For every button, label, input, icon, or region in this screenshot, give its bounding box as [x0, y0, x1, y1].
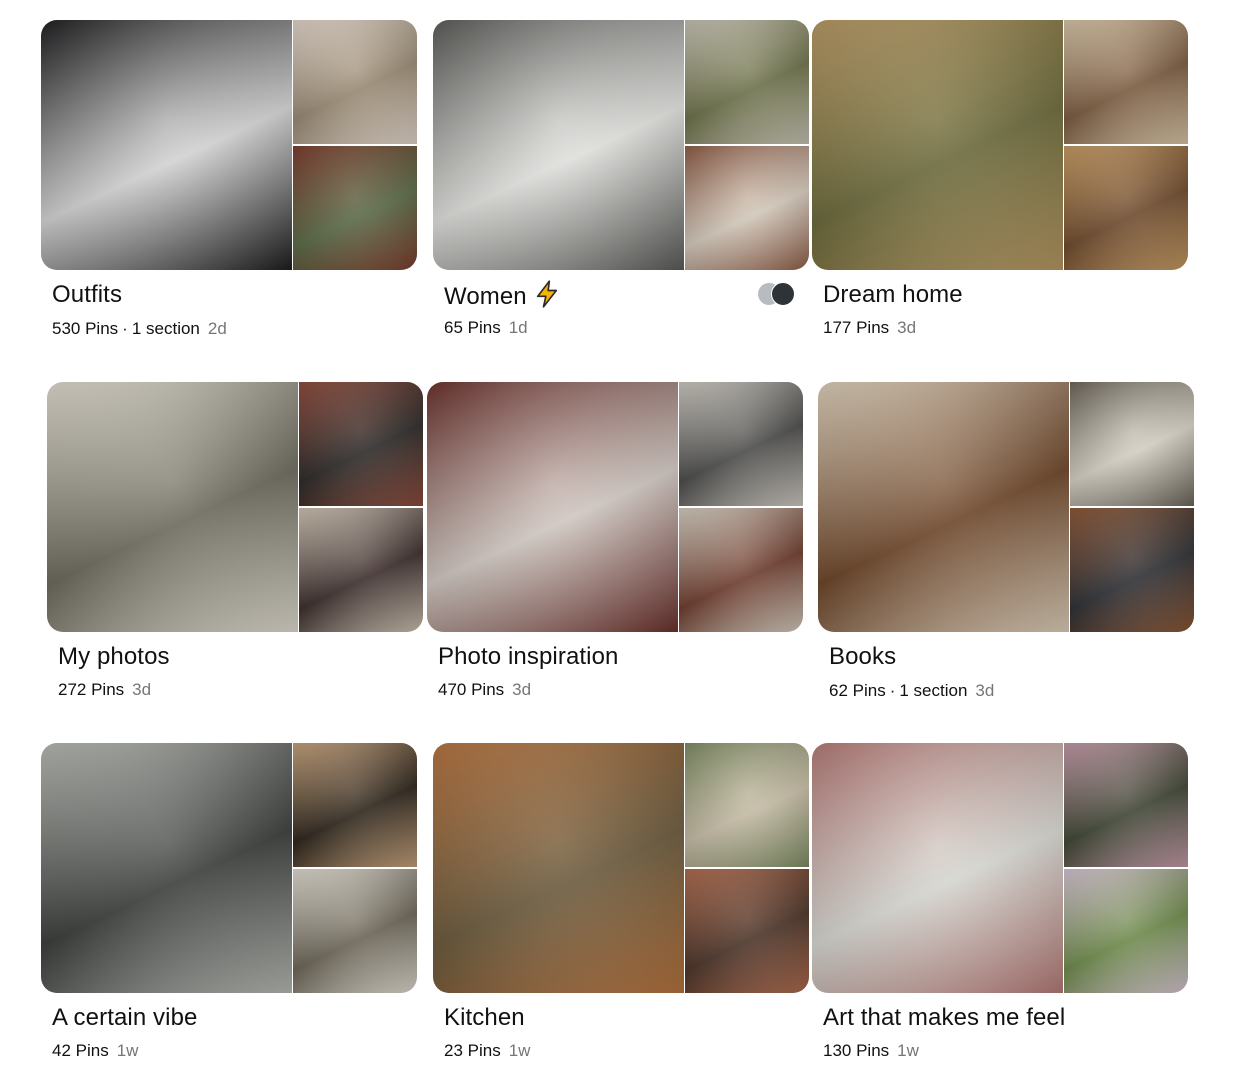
cover-image-bottom-right: [299, 508, 423, 632]
board-title: Women: [444, 280, 561, 316]
board-meta: 470 Pins 3d: [438, 679, 531, 701]
updated-ago: 3d: [897, 318, 917, 337]
pin-count: 62 Pins: [829, 681, 886, 700]
section-count: 1 section: [899, 681, 968, 700]
board-meta: 23 Pins 1w: [444, 1040, 530, 1062]
cover-image-bottom-right: [293, 146, 417, 270]
board-meta: 272 Pins 3d: [58, 679, 151, 701]
board-cover: [47, 382, 423, 632]
cover-image-top-right: [1070, 382, 1194, 506]
cover-image-main: [818, 382, 1069, 632]
board-card-kitchen[interactable]: Kitchen 23 Pins 1w: [433, 743, 809, 1060]
pin-count: 272 Pins: [58, 680, 125, 699]
board-cover: [812, 20, 1188, 270]
cover-image-top-right: [685, 743, 809, 867]
updated-ago: 1w: [116, 1041, 139, 1060]
board-title: Outfits: [52, 281, 123, 308]
pin-count: 177 Pins: [823, 318, 890, 337]
board-cover: [427, 382, 803, 632]
cover-image-main: [433, 743, 684, 993]
pin-count: 470 Pins: [438, 680, 505, 699]
board-card-books[interactable]: Books 62 Pins · 1 section 3d: [818, 382, 1194, 700]
board-title: Photo inspiration: [438, 643, 619, 670]
board-title: Kitchen: [444, 1004, 525, 1031]
board-meta: 42 Pins 1w: [52, 1040, 138, 1062]
board-card-dream-home[interactable]: Dream home 177 Pins 3d: [812, 20, 1188, 337]
cover-image-main: [41, 20, 292, 270]
pin-count: 530 Pins: [52, 319, 119, 338]
board-card-a-certain-vibe[interactable]: A certain vibe 42 Pins 1w: [41, 743, 417, 1060]
avatar: [771, 282, 795, 306]
board-card-women[interactable]: Women 65 Pins 1d: [433, 20, 809, 337]
cover-image-bottom-right: [1070, 508, 1194, 632]
board-title: A certain vibe: [52, 1004, 198, 1031]
board-cover: [433, 20, 809, 270]
updated-ago: 3d: [975, 681, 995, 700]
cover-image-top-right: [299, 382, 423, 506]
cover-image-main: [812, 20, 1063, 270]
board-card-outfits[interactable]: Outfits 530 Pins · 1 section 2d: [41, 20, 417, 338]
pin-count: 65 Pins: [444, 318, 501, 337]
updated-ago: 2d: [207, 319, 227, 338]
cover-image-main: [47, 382, 298, 632]
board-card-art-that-makes-me-feel[interactable]: Art that makes me feel 130 Pins 1w: [812, 743, 1188, 1060]
cover-image-bottom-right: [293, 869, 417, 993]
cover-image-top-right: [293, 20, 417, 144]
cover-image-top-right: [1064, 20, 1188, 144]
board-cover: [433, 743, 809, 993]
board-title: Dream home: [823, 281, 963, 308]
board-title: My photos: [58, 643, 170, 670]
collaborator-avatars[interactable]: [757, 282, 799, 306]
pin-count: 42 Pins: [52, 1041, 109, 1060]
cover-image-main: [812, 743, 1063, 993]
cover-image-bottom-right: [1064, 146, 1188, 270]
updated-ago: 1w: [508, 1041, 531, 1060]
updated-ago: 3d: [132, 680, 152, 699]
board-card-photo-inspiration[interactable]: Photo inspiration 470 Pins 3d: [427, 382, 803, 699]
updated-ago: 1w: [897, 1041, 919, 1060]
board-meta: 62 Pins · 1 section 3d: [829, 680, 994, 702]
section-count: 1 section: [131, 319, 200, 338]
board-title-text: Women: [444, 283, 527, 310]
cover-image-top-right: [1064, 743, 1188, 867]
cover-image-main: [433, 20, 684, 270]
pin-count: 23 Pins: [444, 1041, 501, 1060]
board-title: Books: [829, 643, 897, 670]
board-cover: [41, 20, 417, 270]
board-cover: [818, 382, 1194, 632]
cover-image-top-right: [293, 743, 417, 867]
updated-ago: 1d: [508, 318, 528, 337]
board-meta: 65 Pins 1d: [444, 317, 528, 339]
updated-ago: 3d: [512, 680, 532, 699]
pin-count: 130 Pins: [823, 1041, 890, 1060]
cover-image-bottom-right: [685, 146, 809, 270]
board-meta: 177 Pins 3d: [823, 317, 916, 339]
board-meta: 530 Pins · 1 section 2d: [52, 318, 227, 340]
board-card-my-photos[interactable]: My photos 272 Pins 3d: [47, 382, 423, 699]
cover-image-bottom-right: [685, 869, 809, 993]
cover-image-main: [41, 743, 292, 993]
meta-separator: ·: [122, 319, 128, 338]
lightning-icon: [533, 280, 561, 316]
board-title: Art that makes me feel: [823, 1004, 1066, 1031]
board-cover: [812, 743, 1188, 993]
board-meta: 130 Pins 1w: [823, 1040, 919, 1062]
board-cover: [41, 743, 417, 993]
cover-image-top-right: [679, 382, 803, 506]
cover-image-top-right: [685, 20, 809, 144]
cover-image-bottom-right: [679, 508, 803, 632]
meta-separator: ·: [889, 681, 896, 700]
cover-image-bottom-right: [1064, 869, 1188, 993]
cover-image-main: [427, 382, 678, 632]
